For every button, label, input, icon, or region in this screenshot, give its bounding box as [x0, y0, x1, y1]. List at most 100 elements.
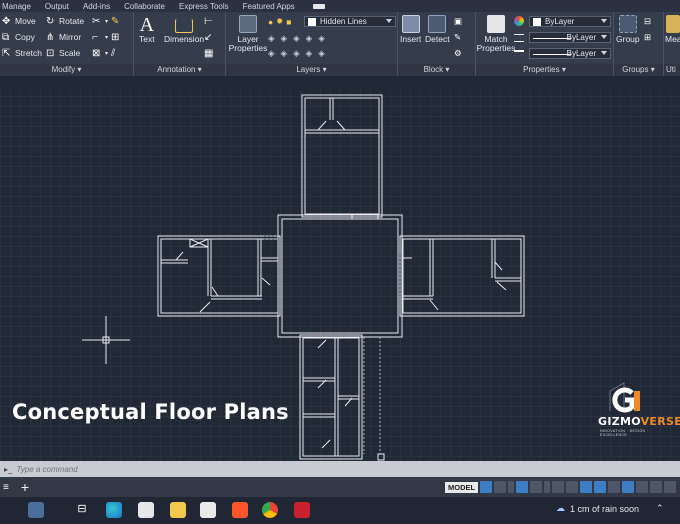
groups-label: Groups — [622, 65, 649, 74]
dropdown-arrow-icon[interactable] — [508, 481, 515, 493]
polar-icon[interactable] — [530, 481, 543, 493]
measure-button[interactable]: Mea — [665, 15, 680, 44]
color-dropdown-value: ByLayer — [545, 17, 575, 26]
ribbon: ✥ Move ↻ Rotate ⧉ Copy ⋔ Mirror ⇱ Stretch ⊡ Sc… — [0, 12, 680, 76]
scale-button[interactable]: ⊡ Scale — [46, 48, 80, 59]
fillet-button[interactable]: ⌐ ▾ ⊞ — [92, 32, 121, 43]
color-wheel-icon — [514, 16, 524, 26]
properties-label: Properties — [523, 65, 560, 74]
detect-icon — [428, 15, 447, 33]
properties-panel-label[interactable]: Properties ▾ — [476, 64, 613, 76]
menu-icon[interactable]: ≡ — [3, 482, 9, 493]
autocad-icon[interactable] — [294, 502, 310, 518]
array-button[interactable]: ⊠ ▾ ⫽ — [92, 48, 121, 59]
layer-tools-row-1[interactable]: ◈ ◈ ◈ ◈ ◈ — [268, 33, 325, 44]
block-panel-label[interactable]: Block ▾ — [398, 64, 475, 76]
move-button[interactable]: ✥ Move — [2, 16, 36, 27]
command-line[interactable]: ▸_ Type a command — [0, 461, 680, 477]
linear-dim-button[interactable]: ⊢ — [204, 16, 214, 27]
edge-browser-icon[interactable] — [106, 502, 122, 518]
menu-manage[interactable]: Manage — [2, 2, 31, 11]
groups-panel-label[interactable]: Groups ▾ — [614, 64, 663, 76]
menu-express-tools[interactable]: Express Tools — [179, 2, 229, 11]
ortho-icon[interactable] — [516, 481, 529, 493]
transparency-icon[interactable] — [608, 481, 621, 493]
layers-panel-label[interactable]: Layers ▾ — [226, 64, 397, 76]
layers-panel: Layer Properties ● ✹ ■ Hidden Lines ◈ ◈ ◈ ◈ ◈ … — [226, 12, 398, 76]
annotation-panel-label[interactable]: Annotation ▾ — [134, 64, 225, 76]
leader-button[interactable]: ↙ — [204, 32, 214, 43]
selection-cycling-icon[interactable] — [622, 481, 635, 493]
trim-button[interactable]: ✂ ▾ ✎ — [92, 16, 121, 27]
menu-collaborate[interactable]: Collaborate — [124, 2, 165, 11]
copy-button[interactable]: ⧉ Copy — [2, 32, 35, 43]
command-input[interactable]: Type a command — [16, 465, 77, 474]
utilities-panel-label[interactable]: Uti — [664, 64, 680, 76]
annotation-scale-icon[interactable] — [636, 481, 649, 493]
group-button[interactable]: Group — [616, 15, 640, 44]
weather-widget[interactable]: ☁ 1 cm of rain soon ⌃ — [556, 503, 664, 514]
drawing-canvas[interactable]: Conceptual Floor Plans GIZMOVERSE INNOVA… — [0, 76, 680, 461]
task-view-icon[interactable]: ⊟ — [74, 502, 90, 518]
modify-label: Modify — [51, 65, 76, 74]
text-icon: A — [139, 14, 155, 36]
color-dropdown[interactable]: ByLayer — [529, 16, 611, 27]
detect-button[interactable]: Detect — [425, 15, 450, 44]
modify-panel-label[interactable]: Modify ▾ — [0, 64, 133, 76]
color-swatch — [533, 17, 541, 26]
model-space-button[interactable]: MODEL — [445, 481, 479, 493]
dropdown-arrow-icon: ▾ — [105, 18, 109, 25]
mail-icon[interactable] — [200, 502, 216, 518]
ribbon-options-chip[interactable] — [312, 3, 325, 9]
mirror-button[interactable]: ⋔ Mirror — [46, 32, 81, 43]
group-label: Group — [616, 34, 640, 44]
menu-featured-apps[interactable]: Featured Apps — [243, 2, 295, 11]
lineweight-toggle-icon[interactable] — [594, 481, 607, 493]
attribute-button[interactable]: ⚙ — [454, 48, 462, 59]
stretch-icon: ⇱ — [2, 48, 11, 59]
brave-browser-icon[interactable] — [232, 502, 248, 518]
layer-tool-icon: ◈ — [305, 48, 313, 58]
group-edit-button[interactable]: ⊞ — [644, 32, 651, 43]
table-button[interactable]: ▦ — [204, 48, 214, 59]
create-block-button[interactable]: ▣ — [454, 16, 462, 27]
laptop-widget-icon[interactable] — [28, 502, 44, 518]
stretch-button[interactable]: ⇱ Stretch — [2, 48, 42, 59]
dimension-button[interactable]: Dimension — [164, 15, 204, 44]
layer-dropdown[interactable]: Hidden Lines — [304, 16, 396, 27]
isodraft-icon[interactable] — [552, 481, 565, 493]
object-tracking-icon[interactable] — [580, 481, 593, 493]
scissors-icon: ✂ — [92, 16, 101, 27]
match-properties-button[interactable]: Match Properties — [477, 15, 515, 53]
annotation-monitor-icon[interactable] — [664, 481, 677, 493]
file-explorer-icon[interactable] — [170, 502, 186, 518]
dropdown-arrow-icon: ▾ — [105, 50, 109, 57]
explode-icon: ⊞ — [111, 32, 120, 43]
lineweight-dropdown-value: ByLayer — [566, 49, 596, 58]
snap-icon[interactable] — [494, 481, 507, 493]
chevron-up-icon[interactable]: ⌃ — [656, 503, 664, 514]
ungroup-button[interactable]: ⊟ — [644, 16, 651, 27]
edit-block-icon: ✎ — [454, 32, 462, 42]
dropdown-arrow-icon[interactable] — [544, 481, 551, 493]
layer-color-swatch — [308, 17, 316, 26]
add-layout-button[interactable]: + — [21, 479, 29, 495]
left-wing-outer-wall — [157, 235, 281, 317]
insert-button[interactable]: Insert — [400, 15, 421, 44]
store-icon[interactable] — [138, 502, 154, 518]
layer-tools-row-2[interactable]: ◈ ◈ ◈ ◈ ◈ — [268, 48, 325, 59]
chrome-icon[interactable] — [262, 502, 278, 518]
workspace-icon[interactable] — [650, 481, 663, 493]
text-button[interactable]: A Text — [139, 15, 155, 44]
lineweight-dropdown[interactable]: ByLayer — [529, 48, 611, 59]
layer-properties-button[interactable]: Layer Properties — [229, 15, 267, 53]
osnap-icon[interactable] — [566, 481, 579, 493]
grid-icon[interactable] — [480, 481, 493, 493]
offset-icon: ⫽ — [111, 48, 116, 59]
menu-add-ins[interactable]: Add-ins — [83, 2, 110, 11]
menu-output[interactable]: Output — [45, 2, 69, 11]
layer-properties-label: Layer Properties — [228, 34, 268, 53]
edit-block-button[interactable]: ✎ — [454, 32, 461, 43]
rotate-button[interactable]: ↻ Rotate — [46, 16, 84, 27]
linetype-dropdown[interactable]: ByLayer — [529, 32, 611, 43]
